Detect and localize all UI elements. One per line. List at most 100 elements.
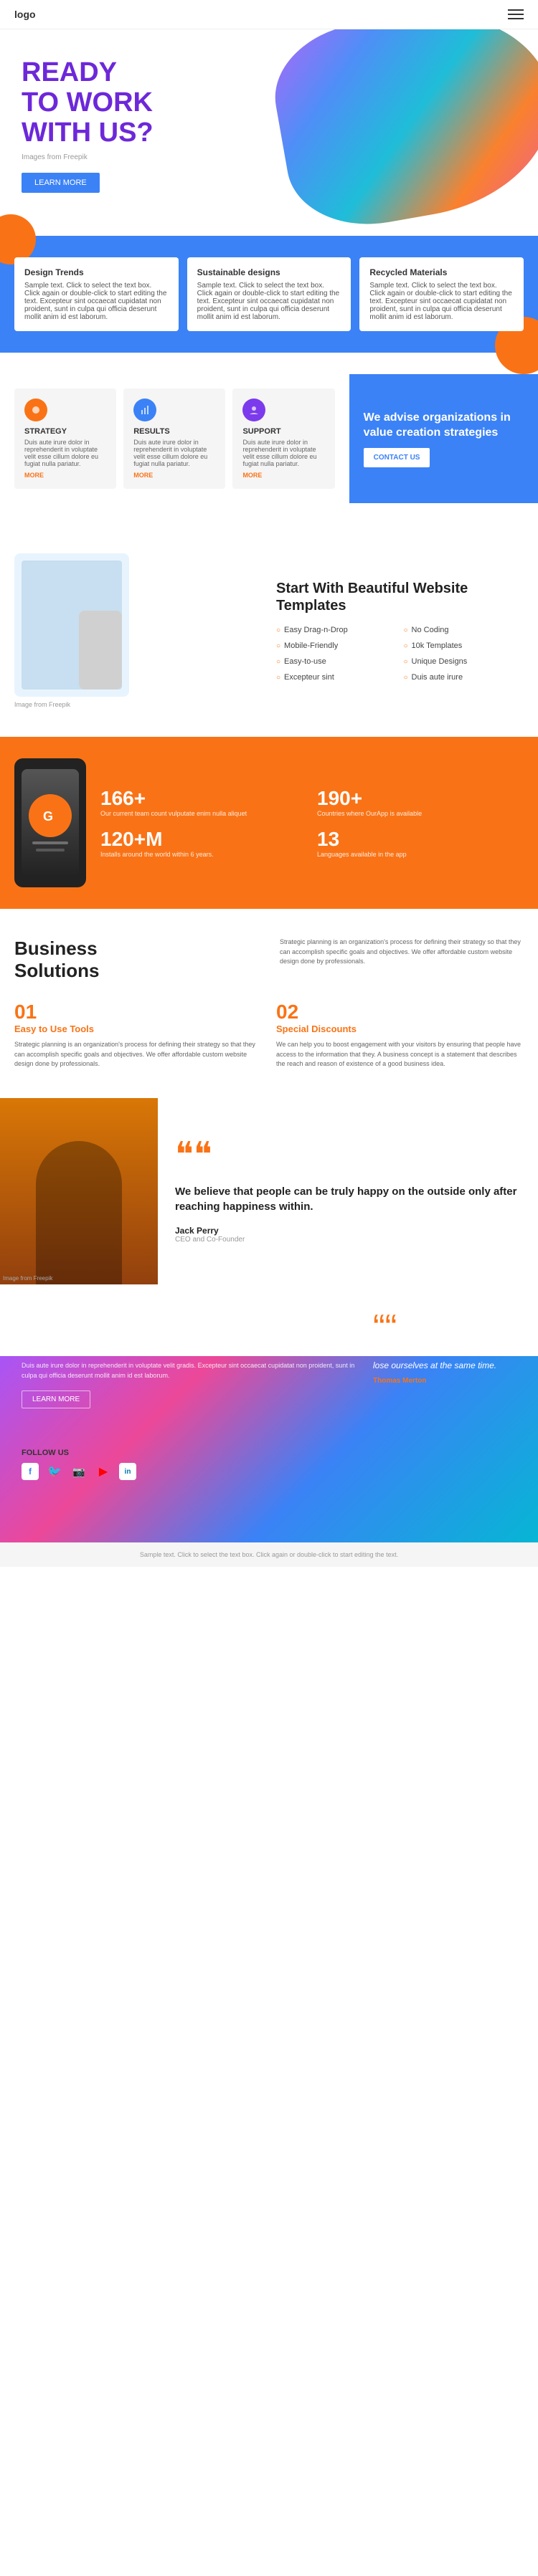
- stat-0: 166+ Our current team count vulputate en…: [100, 787, 307, 819]
- social-instagram[interactable]: 📷: [70, 1463, 88, 1480]
- card-title-0: Design Trends: [24, 267, 169, 277]
- testimonial-source: Image from Freepik: [3, 1275, 52, 1282]
- hero-title-line3: WITH US?: [22, 118, 154, 148]
- stat-desc-1: Countries where OurApp is available: [317, 810, 524, 819]
- footer: Sample text. Click to select the text bo…: [0, 1542, 538, 1567]
- digital-section: Digital Art & Design Studio Duis aute ir…: [0, 1284, 538, 1542]
- side-quote-author: Thomas Merton: [373, 1377, 516, 1385]
- we-advise-title: We advise organizations in value creatio…: [364, 411, 524, 441]
- stats-phone-bar1: [32, 841, 68, 844]
- biz-item-text-1: We can help you to boost engagement with…: [276, 1040, 524, 1069]
- templates-features-grid: Easy Drag-n-Drop No Coding Mobile-Friend…: [276, 626, 524, 682]
- digital-title-line1: Digital Art &: [22, 1313, 121, 1332]
- social-icons-row: f 🐦 📷 ▶ in: [22, 1463, 516, 1480]
- strategy-card-results: RESULTS Duis aute irure dolor in reprehe…: [123, 388, 225, 489]
- cards-row: Design Trends Sample text. Click to sele…: [14, 257, 524, 331]
- stat-desc-0: Our current team count vulputate enim nu…: [100, 810, 307, 819]
- templates-content: Start With Beautiful Website Templates E…: [276, 580, 524, 682]
- social-youtube[interactable]: ▶: [95, 1463, 112, 1480]
- strategy-cards-container: STRATEGY Duis aute irure dolor in repreh…: [0, 374, 349, 503]
- strategy-card-support: SUPPORT Duis aute irure dolor in reprehe…: [232, 388, 334, 489]
- biz-item-title-0: Easy to Use Tools: [14, 1024, 262, 1034]
- strategy-more-1[interactable]: MORE: [133, 472, 215, 479]
- strategy-card-text-2: Duis aute irure dolor in reprehenderit i…: [242, 439, 324, 467]
- biz-item-text-0: Strategic planning is an organization's …: [14, 1040, 262, 1069]
- person-shape: [36, 1141, 122, 1284]
- card-text-1: Sample text. Click to select the text bo…: [197, 282, 341, 321]
- card-text-0: Sample text. Click to select the text bo…: [24, 282, 169, 321]
- support-icon-svg: [248, 404, 260, 416]
- biz-item-title-plain-0: Easy to: [14, 1024, 50, 1034]
- social-facebook[interactable]: f: [22, 1463, 39, 1480]
- hamburger-line1: [508, 9, 524, 11]
- card-recycled: Recycled Materials Sample text. Click to…: [359, 257, 524, 331]
- feature-5: Unique Designs: [404, 657, 524, 666]
- biz-item-title-accent-0: Use Tools: [50, 1024, 94, 1034]
- cards-section: Design Trends Sample text. Click to sele…: [0, 236, 538, 353]
- biz-title-col: Business Solutions: [14, 938, 258, 986]
- contact-us-button[interactable]: CONTACT US: [364, 448, 430, 467]
- stat-num-1: 190+: [317, 787, 524, 810]
- we-advise-box: We advise organizations in value creatio…: [349, 374, 538, 503]
- hero-learn-more-button[interactable]: LEARN MORE: [22, 173, 100, 193]
- business-solutions-section: Business Solutions Strategic planning is…: [0, 909, 538, 1098]
- templates-title: Start With Beautiful Website Templates: [276, 580, 524, 614]
- card-sustainable: Sustainable designs Sample text. Click t…: [187, 257, 351, 331]
- strategy-card-strategy: STRATEGY Duis aute irure dolor in repreh…: [14, 388, 116, 489]
- stat-num-3: 13: [317, 828, 524, 851]
- results-icon-svg: [139, 404, 151, 416]
- stat-1: 190+ Countries where OurApp is available: [317, 787, 524, 819]
- feature-1: No Coding: [404, 626, 524, 634]
- digital-text: Duis aute irure dolor in reprehenderit i…: [22, 1361, 359, 1380]
- card-design-trends: Design Trends Sample text. Click to sele…: [14, 257, 179, 331]
- strategy-section: STRATEGY Duis aute irure dolor in repreh…: [0, 353, 538, 525]
- feature-6: Excepteur sint: [276, 673, 397, 682]
- biz-item-title-plain-1: Special: [276, 1024, 311, 1034]
- digital-learn-more-button[interactable]: LEARN MORE: [22, 1390, 90, 1408]
- feature-4: Easy-to-use: [276, 657, 397, 666]
- testimonial-author-title: CEO and Co-Founder: [175, 1236, 521, 1244]
- feature-3: 10k Templates: [404, 641, 524, 650]
- hamburger-line2: [508, 14, 524, 15]
- biz-item-0: 01 Easy to Use Tools Strategic planning …: [14, 1001, 262, 1069]
- biz-title-line2: Solutions: [14, 960, 99, 981]
- follow-section: FOLLOW US f 🐦 📷 ▶ in: [0, 1437, 538, 1494]
- strategy-more-2[interactable]: MORE: [242, 472, 324, 479]
- business-items-row: 01 Easy to Use Tools Strategic planning …: [14, 1001, 524, 1069]
- biz-item-1: 02 Special Discounts We can help you to …: [276, 1001, 524, 1069]
- testimonial-section: Image from Freepik ❝❝ We believe that pe…: [0, 1098, 538, 1284]
- logo: logo: [14, 9, 36, 20]
- card-title-2: Recycled Materials: [369, 267, 514, 277]
- strategy-icon-svg: [30, 404, 42, 416]
- hero-title: READY TO WORK WITH US?: [22, 58, 516, 148]
- quote-mark-large: ❝❝: [175, 1138, 521, 1173]
- hamburger-menu[interactable]: [508, 9, 524, 19]
- testimonial-image: Image from Freepik: [0, 1098, 158, 1284]
- support-icon: [242, 399, 265, 421]
- stat-num-0: 166+: [100, 787, 307, 810]
- biz-item-title-accent-1: Discounts: [311, 1024, 357, 1034]
- biz-header-row: Business Solutions Strategic planning is…: [14, 938, 524, 986]
- stat-desc-3: Languages available in the app: [317, 851, 524, 859]
- templates-source: Image from Freepik: [14, 701, 262, 708]
- testimonial-content: ❝❝ We believe that people can be truly h…: [158, 1098, 538, 1284]
- templates-device-mockup: Image from Freepik: [14, 553, 262, 708]
- side-quote-text: Art enables us to find ourselves and los…: [373, 1347, 516, 1372]
- hero-section: READY TO WORK WITH US? Images from Freep…: [0, 29, 538, 236]
- social-linkedin[interactable]: in: [119, 1463, 136, 1480]
- social-twitter[interactable]: 🐦: [46, 1463, 63, 1480]
- hero-title-line1: READY: [22, 57, 117, 87]
- phone-mockup: [79, 611, 122, 690]
- stats-section: G 166+ Our current team count vulputate …: [0, 737, 538, 909]
- hamburger-line3: [508, 18, 524, 19]
- digital-side-quote: ““ Art enables us to find ourselves and …: [373, 1313, 516, 1385]
- biz-item-title-1: Special Discounts: [276, 1024, 524, 1034]
- digital-title: Digital Art & Design Studio: [22, 1313, 359, 1355]
- stat-3: 13 Languages available in the app: [317, 828, 524, 859]
- feature-0: Easy Drag-n-Drop: [276, 626, 397, 634]
- stat-num-2: 120+M: [100, 828, 307, 851]
- feature-7: Duis aute irure: [404, 673, 524, 682]
- biz-num-1: 02: [276, 1001, 524, 1024]
- person-placeholder: [0, 1098, 158, 1284]
- strategy-more-0[interactable]: MORE: [24, 472, 106, 479]
